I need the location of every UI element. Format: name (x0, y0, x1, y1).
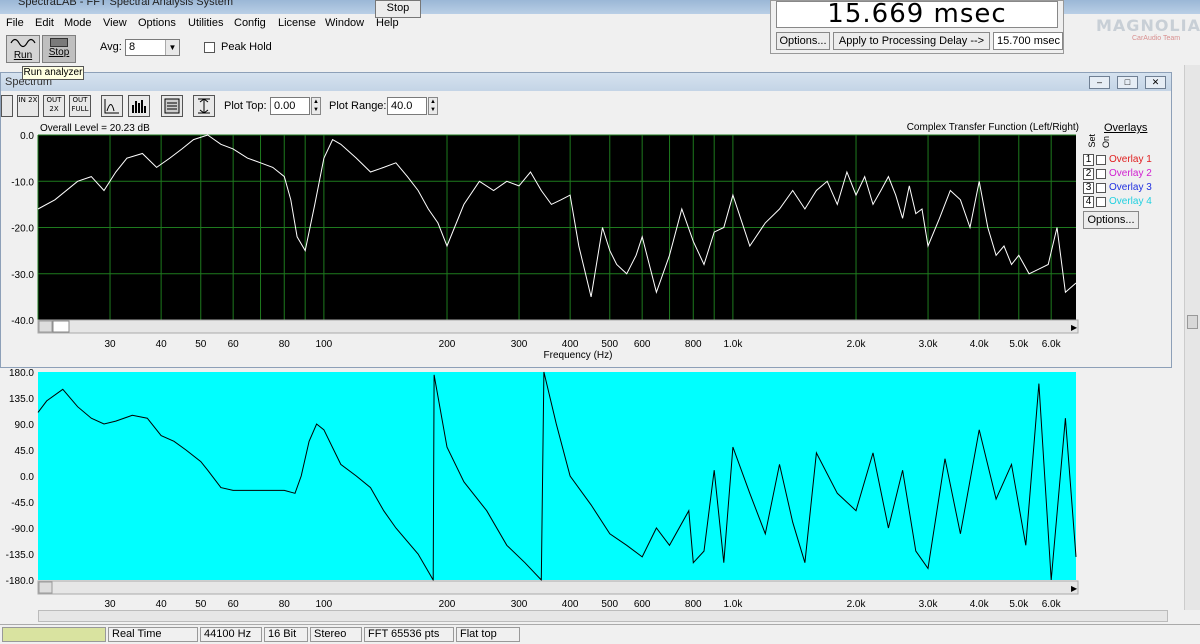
y-tick-label: 90.0 (15, 420, 35, 431)
x-tick-label: 300 (511, 339, 528, 350)
on-column-label: On (1101, 136, 1111, 149)
overlays-options-button[interactable]: Options... (1083, 211, 1139, 229)
x-tick-label: 800 (685, 599, 702, 610)
x-tick-label: 100 (316, 599, 333, 610)
status-mode: Real Time (108, 627, 198, 642)
overlay-row: 2 Overlay 2 (1083, 168, 1152, 181)
scroll-right-icon[interactable]: ▶ (1071, 323, 1078, 332)
x-axis-label: Frequency (Hz) (544, 350, 613, 361)
y-tick-label: 180.0 (9, 368, 34, 379)
y-tick-label: 0.0 (20, 472, 34, 483)
overlay-checkbox[interactable] (1096, 183, 1106, 193)
x-tick-label: 50 (195, 599, 207, 610)
overall-level-text: Overall Level = 20.23 dB (40, 123, 150, 134)
y-tick-label: 135.0 (9, 394, 34, 405)
overlay-set-button[interactable]: 4 (1083, 196, 1094, 208)
x-tick-label: 100 (316, 339, 333, 350)
overlay-set-button[interactable]: 3 (1083, 182, 1094, 194)
overlay-label: Overlay 1 (1109, 154, 1152, 165)
overlays-panel: Overlays Set On 1 Overlay 1 2 Overlay 2 3 O… (1083, 122, 1169, 232)
x-tick-label: 6.0k (1042, 339, 1062, 350)
status-fft-size: FFT 65536 pts (364, 627, 454, 642)
x-tick-label: 1.0k (723, 599, 743, 610)
x-tick-label: 40 (156, 339, 168, 350)
overlay-label: Overlay 4 (1109, 196, 1152, 207)
x-tick-label: 1.0k (723, 339, 743, 350)
status-channels: Stereo (310, 627, 362, 642)
x-tick-label: 500 (601, 339, 618, 350)
x-tick-label: 4.0k (970, 599, 990, 610)
y-tick-label: 0.0 (20, 131, 34, 142)
y-tick-label: -180.0 (6, 576, 35, 587)
y-tick-label: -45.0 (11, 498, 34, 509)
overlay-row: 1 Overlay 1 (1083, 154, 1152, 167)
scroll-left-icon[interactable] (38, 320, 53, 333)
y-tick-label: -10.0 (11, 177, 34, 188)
x-tick-label: 5.0k (1009, 339, 1029, 350)
scroll-thumb[interactable] (52, 320, 70, 333)
y-tick-label: 45.0 (15, 446, 35, 457)
vscroll-thumb[interactable] (1187, 315, 1198, 329)
x-tick-label: 600 (634, 339, 651, 350)
overlays-title: Overlays (1104, 122, 1148, 134)
x-tick-label: 80 (279, 339, 291, 350)
x-tick-label: 40 (156, 599, 168, 610)
status-window: Flat top (456, 627, 520, 642)
set-column-label: Set (1087, 134, 1097, 148)
x-tick-label: 4.0k (970, 339, 990, 350)
phase-hscrollbar[interactable] (37, 580, 1079, 595)
x-tick-label: 3.0k (919, 599, 939, 610)
phase-plot-background[interactable] (38, 372, 1076, 580)
overlay-checkbox[interactable] (1096, 155, 1106, 165)
overlay-checkbox[interactable] (1096, 169, 1106, 179)
phase-scroll-right-icon[interactable]: ▶ (1071, 584, 1078, 593)
x-tick-label: 600 (634, 599, 651, 610)
vertical-scrollbar[interactable] (1184, 65, 1200, 610)
x-tick-label: 30 (104, 339, 116, 350)
x-tick-label: 300 (511, 599, 528, 610)
overlay-checkbox[interactable] (1096, 197, 1106, 207)
x-tick-label: 60 (228, 339, 240, 350)
x-tick-label: 200 (439, 599, 456, 610)
magnitude-hscrollbar[interactable] (37, 319, 1079, 334)
y-tick-label: -40.0 (11, 316, 34, 327)
plot-title: Complex Transfer Function (Left/Right) (907, 122, 1079, 133)
x-tick-label: 5.0k (1009, 599, 1029, 610)
overlay-row: 3 Overlay 3 (1083, 182, 1152, 195)
x-tick-label: 500 (601, 599, 618, 610)
phase-scroll-left-icon[interactable] (38, 581, 53, 594)
y-tick-label: -20.0 (11, 224, 34, 235)
run-tooltip: Run analyzer (22, 66, 84, 80)
y-tick-label: -135.0 (6, 550, 35, 561)
x-tick-label: 200 (439, 339, 456, 350)
y-tick-label: -30.0 (11, 270, 34, 281)
status-bar: Real Time 44100 Hz 16 Bit Stereo FFT 655… (0, 624, 1200, 644)
status-bit-depth: 16 Bit (264, 627, 308, 642)
y-tick-label: -90.0 (11, 524, 34, 535)
overlay-set-button[interactable]: 2 (1083, 168, 1094, 180)
x-tick-label: 60 (228, 599, 240, 610)
x-tick-label: 30 (104, 599, 116, 610)
overlay-set-button[interactable]: 1 (1083, 154, 1094, 166)
window-hscrollbar[interactable] (38, 610, 1168, 622)
x-tick-label: 3.0k (919, 339, 939, 350)
x-tick-label: 50 (195, 339, 207, 350)
x-tick-label: 6.0k (1042, 599, 1062, 610)
overlay-label: Overlay 2 (1109, 168, 1152, 179)
x-tick-label: 800 (685, 339, 702, 350)
x-tick-label: 80 (279, 599, 291, 610)
x-tick-label: 2.0k (847, 339, 867, 350)
overlay-label: Overlay 3 (1109, 182, 1152, 193)
plot-area: Overall Level = 20.23 dB Complex Transfe… (6, 122, 1079, 610)
x-tick-label: 400 (562, 339, 579, 350)
overlay-row: 4 Overlay 4 (1083, 196, 1152, 209)
status-sample-rate: 44100 Hz (200, 627, 262, 642)
x-tick-label: 400 (562, 599, 579, 610)
level-meter (2, 627, 106, 642)
x-tick-label: 2.0k (847, 599, 867, 610)
